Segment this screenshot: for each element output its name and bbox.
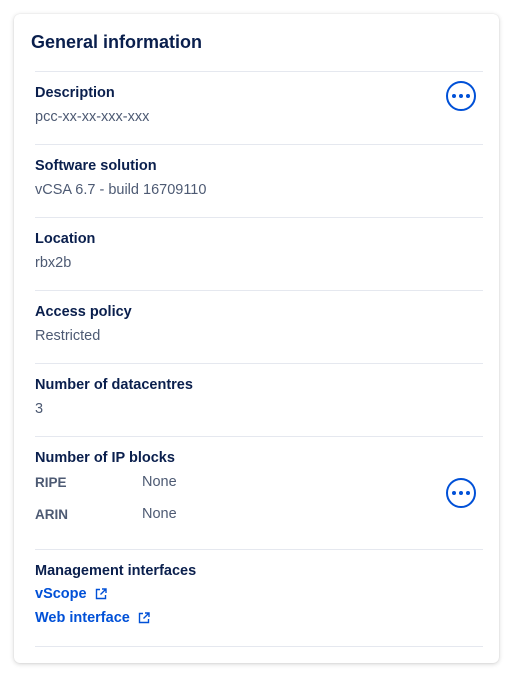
management-section: Management interfaces vScope Web interfa… [35, 549, 483, 646]
software-label: Software solution [35, 158, 157, 174]
divider [35, 646, 483, 647]
access-policy-label: Access policy [35, 304, 132, 320]
software-section: Software solution vCSA 6.7 - build 16709… [35, 144, 483, 217]
web-interface-link[interactable]: Web interface [35, 610, 150, 626]
card-title: General information [31, 32, 203, 52]
ip-block-value: None [142, 506, 177, 522]
access-policy-value: Restricted [35, 328, 101, 344]
ip-block-name: RIPE [35, 475, 67, 490]
location-value: rbx2b [35, 255, 72, 271]
location-label: Location [35, 231, 96, 247]
ip-blocks-section: Number of IP blocks RIPE None ARIN None [35, 436, 483, 549]
location-section: Location rbx2b [35, 217, 483, 290]
management-label: Management interfaces [35, 563, 197, 579]
description-value: pcc-xx-xx-xxx-xxx [35, 109, 150, 125]
datacentres-section: Number of datacentres 3 [35, 363, 483, 436]
more-icon [452, 94, 470, 98]
access-policy-section: Access policy Restricted [35, 290, 483, 363]
description-actions-button[interactable] [446, 81, 476, 111]
external-link-icon [138, 612, 150, 624]
ip-blocks-label: Number of IP blocks [35, 450, 175, 466]
datacentres-label: Number of datacentres [35, 377, 193, 393]
external-link-icon [95, 588, 107, 600]
datacentres-value: 3 [35, 401, 44, 417]
vscope-link[interactable]: vScope [35, 586, 107, 602]
more-icon [452, 491, 470, 495]
general-information-card: General information Description pcc-xx-x… [14, 14, 499, 663]
web-interface-link-label: Web interface [35, 610, 130, 626]
ip-blocks-actions-button[interactable] [446, 478, 476, 508]
description-label: Description [35, 85, 115, 101]
software-value: vCSA 6.7 - build 16709110 [35, 182, 207, 198]
vscope-link-label: vScope [35, 586, 87, 602]
ip-block-name: ARIN [35, 507, 68, 522]
ip-block-value: None [142, 474, 177, 490]
description-section: Description pcc-xx-xx-xxx-xxx [35, 71, 483, 144]
